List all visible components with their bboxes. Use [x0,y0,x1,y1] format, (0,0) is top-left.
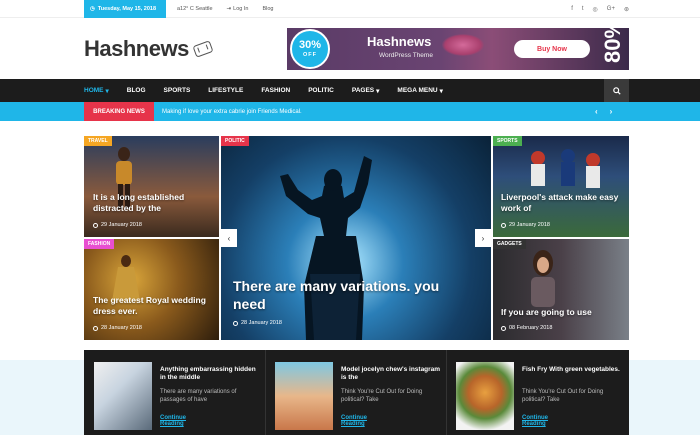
search-button[interactable] [604,79,629,102]
featured-post-fashion[interactable]: FASHION The greatest Royal wedding dress… [84,239,219,340]
clock-icon [501,325,506,331]
featured-post-travel[interactable]: TRAVEL It is a long established distract… [84,136,219,237]
dribbble-icon[interactable]: ⊛ [624,6,629,13]
woman-phone-image [531,250,555,307]
category-tag[interactable]: SPORTS [493,136,522,146]
instagram-icon[interactable]: ◎ [593,6,598,13]
post-date: 29 January 2018 [501,222,550,228]
nav-item-home[interactable]: HOME ▾ [84,79,118,102]
featured-post-sports[interactable]: SPORTS Liverpool's attack make easy work… [493,136,629,237]
category-tag[interactable]: POLITIC [221,136,249,146]
post-title[interactable]: It is a long established distracted by t… [93,192,203,213]
post-thumbnail[interactable] [456,362,514,430]
next-arrow-icon[interactable]: › [610,107,613,116]
slider-next-button[interactable]: › [475,229,491,247]
featured-post-politic[interactable]: POLITIC ‹ › There are many variations. y… [221,136,491,340]
discount-off: OFF [303,51,317,58]
category-tag[interactable]: GADGETS [493,239,526,249]
login-icon: ⇥ [226,6,232,12]
breaking-news-label: BREAKING NEWS [84,102,154,121]
clock-icon [233,320,238,326]
current-date: Tuesday, May 15, 2018 [97,6,157,12]
post-excerpt: Think You're Cut Out for Doing political… [341,389,423,404]
continue-reading-link[interactable]: Continue Reading [160,415,186,427]
prev-arrow-icon[interactable]: ‹ [595,107,598,116]
megaphone-icon [192,40,214,58]
ad-banner[interactable]: 30% OFF Hashnews WordPress Theme Buy Now… [287,28,629,70]
nav-item-fashion[interactable]: FASHION [252,79,299,102]
top-links: a12° C Seattle ⇥ Log In Blog [177,0,273,18]
continue-reading-link[interactable]: Continue Reading [522,415,548,427]
logo-text: Hashnews [84,36,189,61]
breaking-news-text[interactable]: Making if love your extra cabrie join Fr… [162,102,302,121]
search-icon [612,86,621,95]
discount-percent: 30% [298,38,322,51]
chevron-right-icon: › [481,233,485,243]
recent-posts-strip: Anything embarrassing hidden in the midd… [84,350,629,435]
site-logo[interactable]: Hashnews [84,36,214,62]
main-nav: HOME ▾ BLOG SPORTS LIFESTYLE FASHION POLI… [0,79,700,102]
blog-link[interactable]: Blog [262,6,273,12]
nav-item-sports[interactable]: SPORTS [155,79,200,102]
chevron-down-icon: ▾ [105,87,109,95]
category-tag[interactable]: TRAVEL [84,136,112,146]
chevron-left-icon: ‹ [227,233,231,243]
login-label: Log In [233,6,249,12]
continue-reading-link[interactable]: Continue Reading [341,415,367,427]
blog-label: Blog [262,6,274,12]
banner-subtitle: WordPress Theme [379,52,433,59]
social-links: f t ◎ G+ ⊛ [571,0,629,18]
clock-icon [93,222,98,228]
slider-prev-button[interactable]: ‹ [221,229,237,247]
post-date: 29 January 2018 [93,222,142,228]
breaking-arrows: ‹ › [595,102,612,121]
post-date: 28 January 2018 [233,320,282,326]
post-title[interactable]: If you are going to use [501,307,621,318]
login-link[interactable]: ⇥ Log In [227,6,249,12]
post-date: 28 January 2018 [93,325,142,331]
post-title[interactable]: Model jocelyn chew's instagram is the [341,366,441,383]
clock-icon: ◷ [90,6,95,12]
nav-menu: HOME ▾ BLOG SPORTS LIFESTYLE FASHION POLI… [84,79,452,102]
nav-item-blog[interactable]: BLOG [118,79,155,102]
nav-item-mega-menu[interactable]: MEGA MENU ▾ [388,79,451,102]
discount-badge: 30% OFF [290,29,330,69]
divider [265,350,266,435]
weather-widget: a12° C Seattle [177,6,213,12]
post-title[interactable]: The greatest Royal wedding dress ever. [93,295,208,316]
post-date: 08 February 2018 [501,325,552,331]
chevron-down-icon: ▾ [376,87,380,95]
post-excerpt: Think You're Cut Out for Doing political… [522,389,604,404]
weather-text: a12° C Seattle [177,6,213,12]
google-plus-icon[interactable]: G+ [607,6,615,12]
post-thumbnail[interactable] [94,362,152,430]
post-excerpt: There are many variations of passages of… [160,389,237,404]
post-title[interactable]: There are many variations. you need [233,278,473,313]
divider [446,350,447,435]
nav-item-politic[interactable]: POLITIC [299,79,343,102]
facebook-icon[interactable]: f [571,6,573,12]
post-thumbnail[interactable] [275,362,333,430]
nav-item-pages[interactable]: PAGES ▾ [343,79,389,102]
post-title[interactable]: Liverpool's attack make easy work of [501,192,621,213]
top-bar: ◷ Tuesday, May 15, 2018 a12° C Seattle ⇥… [0,0,700,18]
chevron-down-icon: ▾ [439,87,443,95]
clock-icon [93,325,98,331]
buy-now-button[interactable]: Buy Now [514,40,590,58]
banner-lips-image [442,34,484,56]
featured-post-gadgets[interactable]: GADGETS If you are going to use 08 Febru… [493,239,629,340]
nav-item-lifestyle[interactable]: LIFESTYLE [199,79,252,102]
post-title[interactable]: Fish Fry With green vegetables. [522,366,622,374]
twitter-icon[interactable]: t [582,6,584,12]
clock-icon [501,222,506,228]
post-title[interactable]: Anything embarrassing hidden in the midd… [160,366,260,383]
banner-big-text: 80% [600,28,625,63]
category-tag[interactable]: FASHION [84,239,115,249]
breaking-news-bar: BREAKING NEWS Making if love your extra … [0,102,700,121]
banner-title: Hashnews [367,34,432,49]
date-box: ◷ Tuesday, May 15, 2018 [84,0,166,18]
